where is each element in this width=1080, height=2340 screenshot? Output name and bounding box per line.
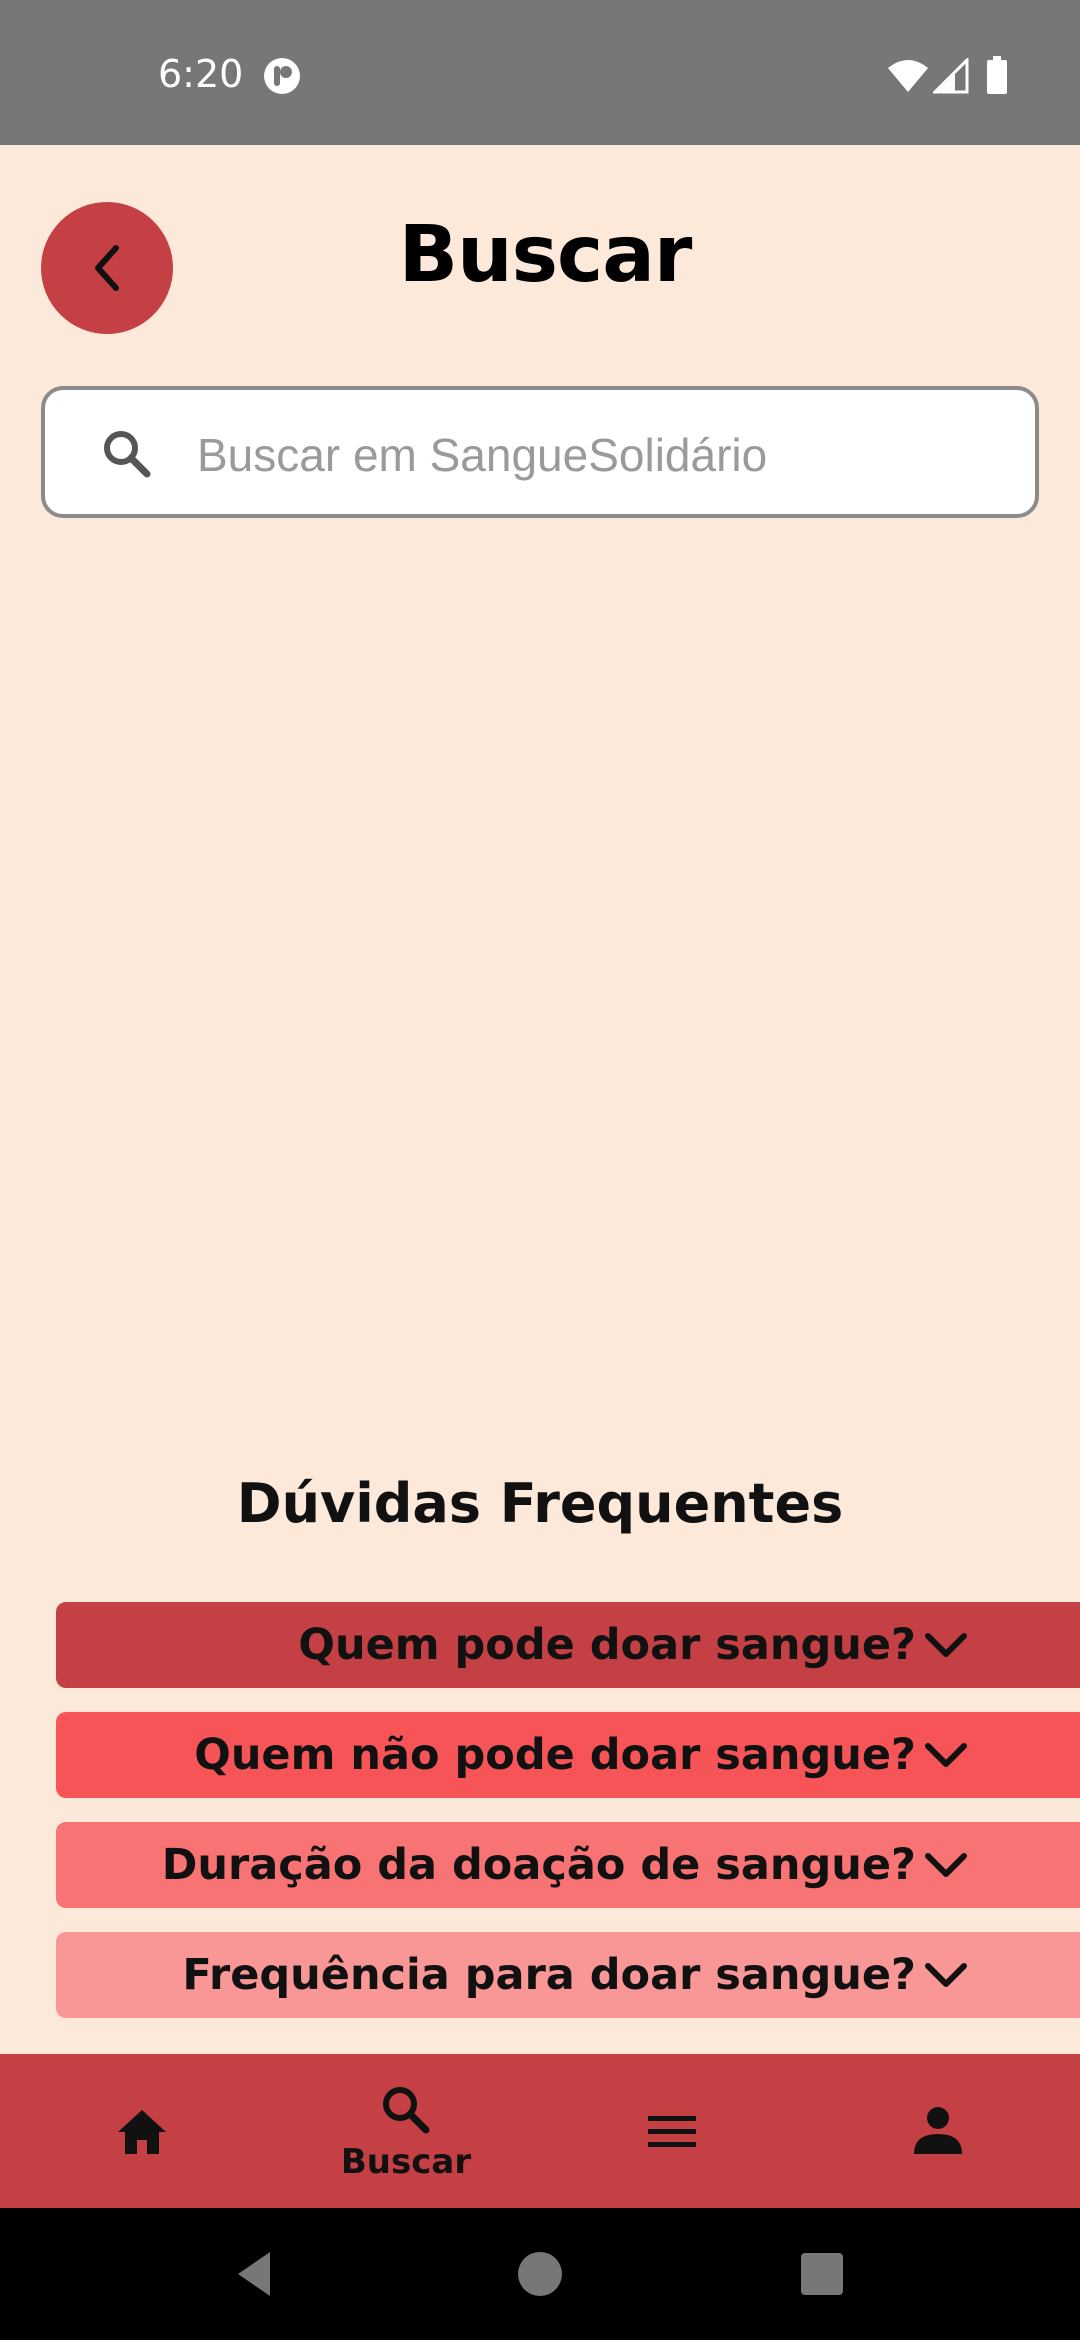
faq-item-label: Frequência para doar sangue? [182,1950,916,2000]
signal-icon [933,58,969,94]
faq-item-label: Quem não pode doar sangue? [194,1730,916,1780]
faq-title: Dúvidas Frequentes [236,1472,844,1535]
faq-item-label: Quem pode doar sangue? [298,1620,916,1670]
app-notification-icon [264,58,300,94]
wifi-icon [888,60,928,92]
status-bar: 6:20 [0,0,1080,145]
chevron-down-icon [925,1743,967,1767]
faq-item-quem-nao-pode-doar[interactable]: Quem não pode doar sangue? [56,1712,1080,1798]
faq-item-duracao-doacao[interactable]: Duração da doação de sangue? [56,1822,1080,1908]
system-back-icon[interactable] [230,2248,282,2300]
search-icon [104,431,151,478]
battery-icon [987,56,1007,94]
system-home-icon[interactable] [514,2248,566,2300]
system-nav-bar [0,2208,1080,2340]
faq-item-quem-pode-doar[interactable]: Quem pode doar sangue? [56,1602,1080,1688]
faq-item-frequencia-doar[interactable]: Frequência para doar sangue? [56,1932,1080,2018]
chevron-down-icon [925,1963,967,1987]
search-bar[interactable] [41,386,1039,518]
system-recents-icon[interactable] [796,2248,848,2300]
bottom-nav: Buscar [0,2054,1080,2208]
person-icon [914,2107,962,2154]
chevron-down-icon [925,1853,967,1877]
faq-item-label: Duração da doação de sangue? [161,1840,916,1890]
chevron-down-icon [925,1633,967,1657]
page-title: Buscar [398,210,693,300]
menu-icon [648,2116,696,2147]
nav-item-home[interactable] [42,2054,242,2208]
nav-item-menu[interactable] [572,2054,772,2208]
nav-label-buscar: Buscar [340,2142,472,2182]
search-icon [383,2087,430,2134]
home-icon [118,2110,166,2154]
nav-item-buscar[interactable]: Buscar [306,2054,506,2208]
status-time: 6:20 [158,52,244,96]
search-input[interactable] [195,414,1019,496]
nav-item-profile[interactable] [838,2054,1038,2208]
